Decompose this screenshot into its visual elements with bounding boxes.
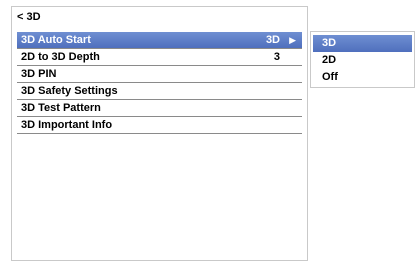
menu-item-3d-pin[interactable]: 3D PIN bbox=[17, 66, 302, 83]
menu-item-label: 3D Important Info bbox=[21, 119, 113, 131]
option-2d[interactable]: 2D bbox=[311, 52, 414, 69]
menu-item-value: 3 bbox=[273, 51, 280, 63]
settings-panel: < 3D 3D Auto Start 3D ▶ 2D to 3D Depth 3… bbox=[11, 6, 308, 261]
menu-item-3d-auto-start[interactable]: 3D Auto Start 3D ▶ bbox=[17, 32, 302, 49]
menu-item-label: 3D PIN bbox=[21, 68, 57, 80]
menu-item-3d-safety-settings[interactable]: 3D Safety Settings bbox=[17, 83, 302, 100]
auto-start-options-popup: 3D 2D Off bbox=[310, 31, 415, 88]
menu-item-value: 3D bbox=[265, 34, 280, 46]
option-off[interactable]: Off bbox=[311, 69, 414, 86]
menu-item-label: 2D to 3D Depth bbox=[21, 51, 100, 63]
option-3d[interactable]: 3D bbox=[313, 35, 412, 52]
menu-item-label: 3D Auto Start bbox=[21, 34, 91, 46]
menu-item-label: 3D Safety Settings bbox=[21, 85, 118, 97]
menu-item-3d-important-info[interactable]: 3D Important Info bbox=[17, 117, 302, 134]
menu-item-2d-to-3d-depth[interactable]: 2D to 3D Depth 3 bbox=[17, 49, 302, 66]
menu-list: 3D Auto Start 3D ▶ 2D to 3D Depth 3 3D P… bbox=[17, 32, 302, 134]
back-title[interactable]: < 3D bbox=[17, 11, 41, 23]
menu-item-label: 3D Test Pattern bbox=[21, 102, 101, 114]
menu-item-3d-test-pattern[interactable]: 3D Test Pattern bbox=[17, 100, 302, 117]
chevron-right-icon: ▶ bbox=[289, 35, 296, 45]
